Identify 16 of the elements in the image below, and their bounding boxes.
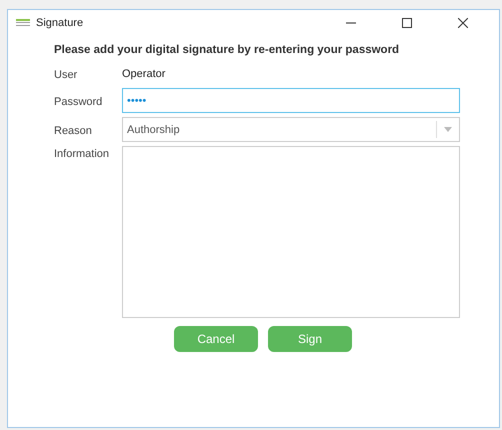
field-label: Reason: [54, 124, 93, 136]
information-field[interactable]: [122, 146, 460, 318]
dropdown-caret-icon: [444, 127, 452, 132]
field-label: Information: [54, 147, 110, 160]
close-icon: [458, 18, 468, 28]
instruction-heading: Please add your digital signature by re-entering your password: [54, 44, 400, 56]
field-label: Password: [54, 94, 104, 108]
window-title: Signature: [36, 17, 84, 29]
password-field[interactable]: •••••: [122, 88, 460, 113]
sign-button[interactable]: Sign: [268, 326, 352, 352]
reason-dropdown[interactable]: Authorship: [122, 117, 460, 142]
app-icon: [16, 19, 30, 27]
user-value: Operator: [122, 67, 166, 82]
cancel-button[interactable]: Cancel: [174, 326, 258, 352]
field-label: User: [54, 68, 78, 81]
maximize-icon: [402, 18, 412, 28]
